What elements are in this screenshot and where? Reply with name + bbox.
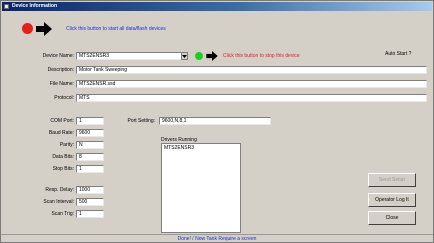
baud-rate-label: Baud Rate: <box>48 130 74 136</box>
send-setup-button[interactable]: Send Setup <box>368 173 416 187</box>
stop-device-button-icon[interactable] <box>195 52 203 60</box>
com-port-field[interactable]: 1 <box>76 117 104 125</box>
device-name-dropdown-button[interactable] <box>181 52 188 60</box>
description-field[interactable]: Motor Tank Sweeping <box>76 66 427 74</box>
port-setting-label: Port Setting: <box>127 118 155 124</box>
start-all-button-icon[interactable] <box>22 23 33 34</box>
status-bar: Done! / Now Tank Require a screen <box>1 234 433 243</box>
parity-field[interactable]: N <box>76 141 104 149</box>
title-bar: Device Information <box>2 2 432 11</box>
start-all-hint: Click this button to start all data/flas… <box>66 26 166 32</box>
device-name-combo[interactable]: MTS2ENSR3 <box>76 52 182 60</box>
device-name-label: Device Name: <box>42 53 74 59</box>
scan-trig-field[interactable]: 1 <box>76 210 104 218</box>
resp-delay-label: Resp. Delay: <box>45 187 74 193</box>
auto-start-checkbox[interactable]: Auto Start ? <box>385 51 411 57</box>
scan-interval-field[interactable]: 500 <box>76 198 104 206</box>
com-port-label: COM Port: <box>50 118 74 124</box>
window-title: Device Information <box>12 3 58 9</box>
chevron-down-icon <box>182 55 187 58</box>
scan-trig-label: Scan Trig: <box>51 211 74 217</box>
stop-device-hint: Click this button to stop this device <box>223 53 300 59</box>
close-button[interactable]: Close <box>368 211 416 225</box>
list-item[interactable]: MTS2ENSR3 <box>164 145 238 151</box>
description-label: Description: <box>47 67 74 73</box>
port-setting-field[interactable]: 9600,N,8,1 <box>159 117 271 125</box>
baud-rate-field[interactable]: 9600 <box>76 129 104 137</box>
data-bits-label: Data Bits: <box>52 154 74 160</box>
stop-bits-field[interactable]: 1 <box>76 165 104 173</box>
device-information-window: Device Information Click this button to … <box>0 0 434 243</box>
drivers-running-list[interactable]: MTS2ENSR3 <box>161 143 241 233</box>
arrow-right-icon <box>206 51 218 61</box>
scan-interval-label: Scan Interval: <box>43 199 74 205</box>
resp-delay-field[interactable]: 1000 <box>76 186 104 194</box>
app-icon <box>4 4 9 9</box>
file-name-field[interactable]: MTS2ENSR.ssd <box>76 80 427 88</box>
parity-label: Parity: <box>59 142 74 148</box>
status-text: Done! / Now Tank Require a screen <box>177 236 257 242</box>
protocol-field[interactable]: MTS <box>76 94 427 102</box>
operator-log-button[interactable]: Operator Log It <box>368 193 416 207</box>
data-bits-field[interactable]: 8 <box>76 153 104 161</box>
file-name-label: File Name: <box>49 81 74 87</box>
stop-bits-label: Stop Bits: <box>52 166 74 172</box>
arrow-right-icon <box>36 22 52 36</box>
protocol-label: Protocol: <box>54 95 74 101</box>
